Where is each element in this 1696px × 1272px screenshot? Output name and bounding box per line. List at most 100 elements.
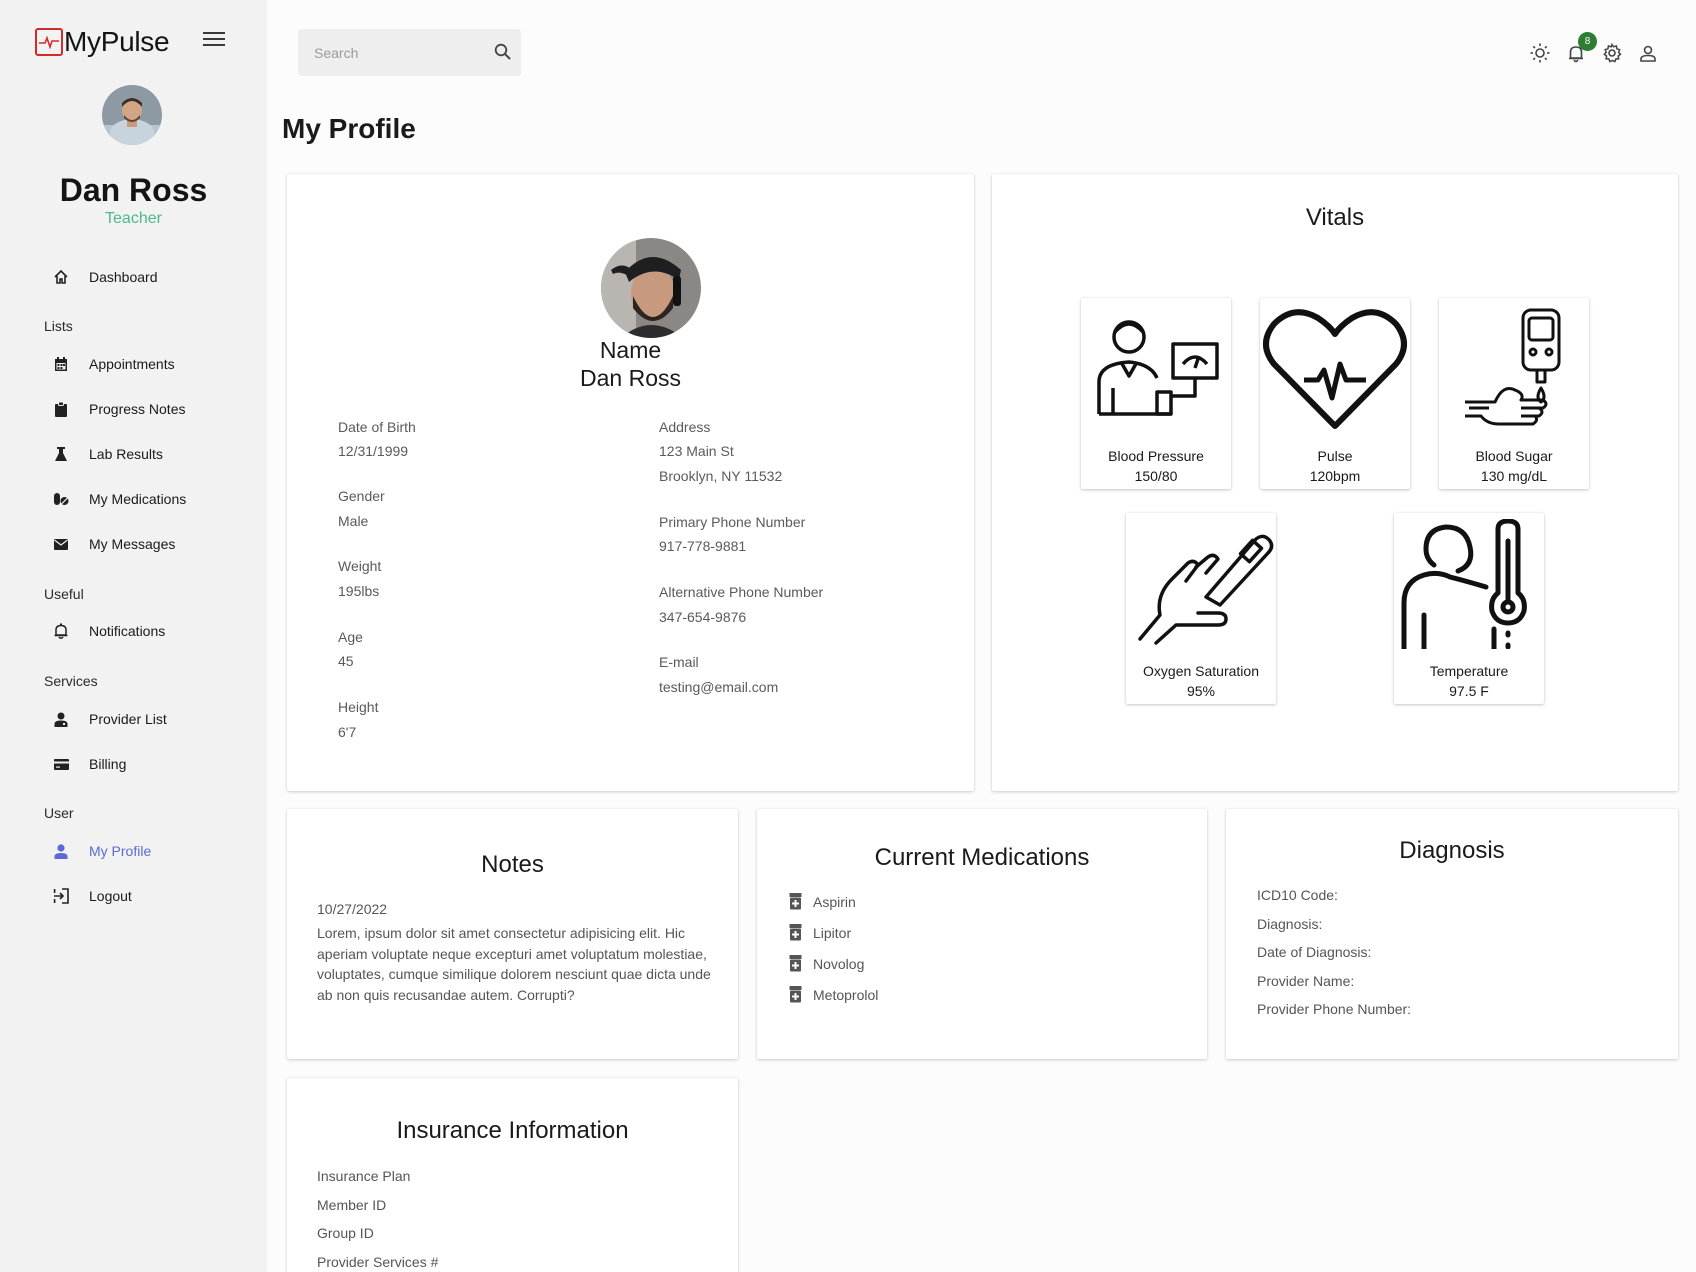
alt-phone-value: 347-654-9876	[659, 609, 747, 625]
provider-phone-label: Provider Phone Number:	[1257, 1001, 1412, 1017]
notification-badge: 8	[1578, 32, 1597, 51]
vital-value: 130 mg/dL	[1480, 468, 1548, 484]
vital-label: Blood Pressure	[1108, 448, 1204, 464]
profile-photo[interactable]	[601, 238, 701, 338]
sidebar-item-label: Logout	[89, 888, 132, 904]
vital-blood-sugar[interactable]: Blood Sugar 130 mg/dL	[1439, 298, 1589, 489]
profile-card: Name Dan Ross Date of Birth 12/31/1999 G…	[287, 174, 974, 791]
nav-section-user: User	[44, 805, 74, 821]
search-icon[interactable]	[494, 43, 511, 65]
sidebar-item-label: Lab Results	[89, 446, 163, 462]
pulse-oximeter-icon	[1138, 534, 1274, 645]
page-title: My Profile	[282, 113, 416, 144]
sidebar-item-my-profile[interactable]: My Profile	[52, 838, 151, 864]
height-label: Height	[338, 699, 379, 715]
address-line1: 123 Main St	[659, 443, 734, 459]
icd10-code-label: ICD10 Code:	[1257, 887, 1338, 903]
vitals-title: Vitals	[1305, 204, 1365, 231]
vital-value: 150/80	[1134, 468, 1178, 484]
name-label: Name	[599, 337, 662, 363]
sidebar-item-notifications[interactable]: Notifications	[52, 618, 165, 644]
sidebar-item-billing[interactable]: Billing	[52, 751, 126, 777]
notes-card: Notes 10/27/2022 Lorem, ipsum dolor sit …	[287, 809, 738, 1059]
height-value: 6'7	[338, 724, 357, 740]
primary-phone-value: 917-778-9881	[659, 538, 747, 554]
sidebar-item-dashboard[interactable]: Dashboard	[52, 264, 158, 290]
medication-name: Metoprolol	[813, 986, 879, 1003]
vital-value: 95%	[1186, 683, 1216, 699]
pill-bottle-icon	[789, 924, 805, 941]
menu-toggle-icon[interactable]	[203, 32, 225, 50]
vital-oxygen-saturation[interactable]: Oxygen Saturation 95%	[1126, 513, 1276, 704]
app-logo[interactable]: MyPulse	[35, 26, 170, 58]
sidebar-item-label: My Messages	[89, 536, 176, 552]
user-name: Dan Ross	[59, 172, 208, 208]
pills-icon	[52, 490, 70, 508]
name-value: Dan Ross	[580, 365, 681, 391]
pill-bottle-icon	[789, 955, 805, 972]
sidebar-item-progress-notes[interactable]: Progress Notes	[52, 396, 185, 422]
age-label: Age	[338, 629, 363, 645]
gender-value: Male	[338, 513, 369, 529]
provider-services-label: Provider Services #	[317, 1254, 439, 1270]
sidebar-item-label: Notifications	[89, 623, 166, 639]
group-id-label: Group ID	[317, 1225, 374, 1241]
credit-card-icon	[52, 755, 70, 773]
theme-toggle-icon[interactable]	[1529, 42, 1551, 64]
medication-item[interactable]: Aspirin	[789, 893, 856, 910]
sidebar-item-label: My Profile	[89, 843, 152, 859]
primary-phone-label: Primary Phone Number	[659, 514, 806, 530]
bell-icon	[52, 622, 70, 640]
diagnosis-card: Diagnosis ICD10 Code: Diagnosis: Date of…	[1226, 809, 1678, 1059]
calendar-icon	[52, 355, 70, 373]
sidebar-avatar[interactable]	[102, 85, 162, 145]
medication-item[interactable]: Metoprolol	[789, 986, 878, 1003]
sidebar-item-label: My Medications	[89, 491, 187, 507]
alt-phone-label: Alternative Phone Number	[659, 584, 824, 600]
vital-label: Oxygen Saturation	[1143, 663, 1259, 679]
user-role: Teacher	[105, 210, 162, 227]
address-line2: Brooklyn, NY 11532	[659, 468, 783, 484]
vital-label: Blood Sugar	[1475, 448, 1553, 464]
glucose-meter-icon	[1465, 308, 1561, 426]
gear-icon[interactable]	[1601, 42, 1623, 64]
vitals-card: Vitals Blood Pressure 150/80 Pulse 120bp…	[992, 174, 1678, 791]
vital-value: 97.5 F	[1449, 683, 1489, 699]
sidebar-item-provider-list[interactable]: Provider List	[52, 706, 167, 732]
note-body: Lorem, ipsum dolor sit amet consectetur …	[317, 925, 711, 1003]
sidebar-item-logout[interactable]: Logout	[52, 883, 132, 909]
sidebar-item-label: Billing	[89, 756, 127, 772]
sidebar-item-my-messages[interactable]: My Messages	[52, 531, 175, 557]
blood-pressure-icon	[1097, 320, 1219, 416]
sidebar-item-my-medications[interactable]: My Medications	[52, 486, 186, 512]
address-label: Address	[659, 419, 711, 435]
medication-item[interactable]: Lipitor	[789, 924, 851, 941]
sidebar-item-appointments[interactable]: Appointments	[52, 351, 175, 377]
doctor-icon	[52, 710, 70, 728]
vital-temperature[interactable]: Temperature 97.5 F	[1394, 513, 1544, 704]
search-box[interactable]	[298, 29, 521, 76]
search-input[interactable]	[298, 44, 478, 61]
logout-icon	[52, 887, 70, 905]
insurance-title: Insurance Information	[396, 1117, 629, 1144]
sidebar-item-lab-results[interactable]: Lab Results	[52, 441, 163, 467]
medication-item[interactable]: Novolog	[789, 955, 864, 972]
diagnosis-date-label: Date of Diagnosis:	[1257, 944, 1372, 960]
sidebar-item-label: Appointments	[89, 356, 175, 372]
heart-pulse-icon	[1263, 309, 1407, 429]
dob-value: 12/31/1999	[338, 443, 409, 459]
medications-title: Current Medications	[874, 844, 1090, 871]
age-value: 45	[338, 653, 354, 669]
gender-label: Gender	[338, 488, 385, 504]
vital-pulse[interactable]: Pulse 120bpm	[1260, 298, 1410, 489]
pulse-logo-icon	[35, 28, 63, 56]
thermometer-person-icon	[1401, 519, 1527, 649]
vital-blood-pressure[interactable]: Blood Pressure 150/80	[1081, 298, 1231, 489]
notes-title: Notes	[481, 851, 544, 878]
sidebar: MyPulse Dan Ross Teacher Dashboard Lists…	[0, 0, 267, 1272]
account-icon[interactable]	[1637, 42, 1659, 64]
app-name: MyPulse	[64, 26, 170, 57]
vital-label: Temperature	[1429, 663, 1509, 679]
diagnosis-label: Diagnosis:	[1257, 916, 1323, 932]
user-icon	[52, 842, 70, 860]
